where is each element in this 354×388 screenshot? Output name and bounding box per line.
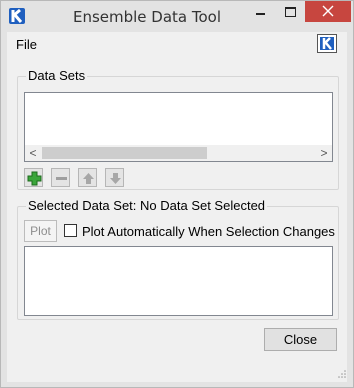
window-close-button[interactable] xyxy=(305,1,351,22)
data-sets-title: Data Sets xyxy=(26,68,88,83)
ensemble-data-tool-window: Ensemble Data Tool File Data Sets < > Se… xyxy=(0,0,354,388)
scroll-right-button[interactable]: > xyxy=(316,145,332,161)
data-sets-group: Data Sets < > xyxy=(17,68,339,190)
move-down-button[interactable] xyxy=(105,168,124,187)
move-up-button[interactable] xyxy=(78,168,97,187)
plot-button[interactable]: Plot xyxy=(24,220,57,242)
maximize-button[interactable] xyxy=(277,1,304,22)
auto-plot-label[interactable]: Plot Automatically When Selection Change… xyxy=(82,224,335,239)
menu-file[interactable]: File xyxy=(16,37,37,52)
reclamation-logo-icon[interactable] xyxy=(317,34,337,53)
add-data-set-button[interactable] xyxy=(24,168,43,187)
green-plus-icon xyxy=(27,171,42,186)
title-bar[interactable]: Ensemble Data Tool xyxy=(1,1,353,32)
scroll-thumb[interactable] xyxy=(42,147,207,159)
selected-data-set-panel[interactable] xyxy=(24,246,333,316)
resize-grip-icon[interactable] xyxy=(337,369,347,379)
auto-plot-checkbox[interactable] xyxy=(64,224,77,237)
menu-bar: File xyxy=(7,32,347,56)
horizontal-scrollbar[interactable]: < > xyxy=(25,145,332,161)
selected-data-set-title: Selected Data Set: No Data Set Selected xyxy=(26,198,268,213)
minus-icon xyxy=(56,177,67,180)
up-arrow-icon xyxy=(83,173,94,184)
scroll-left-button[interactable]: < xyxy=(25,145,41,161)
minimize-button[interactable] xyxy=(247,1,274,22)
close-icon xyxy=(322,5,334,17)
down-arrow-icon xyxy=(110,173,121,184)
logo-mark xyxy=(320,37,334,50)
remove-data-set-button[interactable] xyxy=(51,168,70,187)
main-content: Data Sets < > Selected Data Set: No Data… xyxy=(7,56,347,382)
data-sets-list[interactable]: < > xyxy=(24,92,333,162)
selected-data-set-group: Selected Data Set: No Data Set Selected … xyxy=(17,198,339,320)
close-button[interactable]: Close xyxy=(264,328,337,351)
